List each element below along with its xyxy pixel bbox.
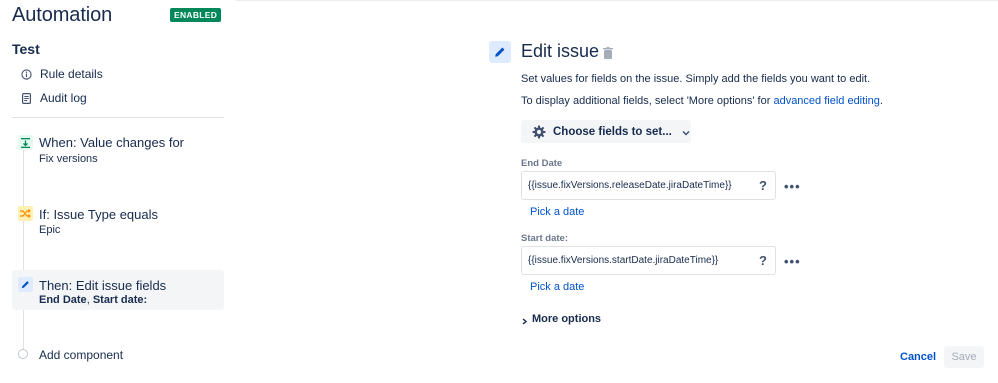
step-subtitle: Fix versions bbox=[39, 153, 98, 165]
choose-fields-button[interactable]: Choose fields to set... bbox=[521, 120, 691, 143]
add-component-dot bbox=[18, 349, 28, 359]
trigger-icon bbox=[18, 135, 33, 150]
step-subtitle: Epic bbox=[39, 224, 61, 236]
step-title: When: Value changes for bbox=[39, 135, 185, 150]
audit-log-label: Audit log bbox=[40, 91, 87, 105]
start-date-field[interactable]: {{issue.fixVersions.startDate.jiraDateTi… bbox=[521, 246, 776, 275]
pencil-icon bbox=[18, 277, 33, 292]
audit-log-link[interactable]: Audit log bbox=[20, 89, 87, 107]
sidebar-divider bbox=[12, 117, 224, 118]
end-date-value: {{issue.fixVersions.releaseDate.jiraDate… bbox=[528, 180, 732, 191]
end-date-field[interactable]: {{issue.fixVersions.releaseDate.jiraDate… bbox=[521, 171, 776, 200]
step-condition[interactable]: If: Issue Type equals Epic bbox=[12, 199, 224, 241]
page-title: Automation bbox=[12, 4, 113, 26]
editor-description-suffix: . bbox=[879, 95, 883, 107]
step-title: If: Issue Type equals bbox=[39, 207, 158, 222]
pick-date-link[interactable]: Pick a date bbox=[530, 206, 584, 218]
chevron-down-icon bbox=[682, 128, 690, 136]
editor-description-text: To display additional fields, select 'Mo… bbox=[521, 95, 774, 107]
trash-icon[interactable] bbox=[603, 47, 613, 59]
more-actions-icon[interactable]: ••• bbox=[784, 255, 801, 268]
chevron-right-icon bbox=[521, 316, 528, 325]
start-date-label: Start date: bbox=[521, 233, 568, 244]
rule-name: Test bbox=[12, 41, 40, 57]
editor-title: Edit issue bbox=[521, 41, 600, 61]
end-date-label: End Date bbox=[521, 158, 563, 169]
top-divider bbox=[236, 0, 998, 1]
pick-date-link[interactable]: Pick a date bbox=[530, 281, 584, 293]
step-action[interactable]: Then: Edit issue fields End Date, Start … bbox=[12, 270, 224, 310]
add-component-button[interactable]: Add component bbox=[39, 348, 123, 362]
status-badge: ENABLED bbox=[170, 8, 222, 22]
gear-icon bbox=[532, 125, 546, 139]
cancel-button[interactable]: Cancel bbox=[900, 351, 936, 363]
info-icon bbox=[20, 68, 32, 80]
help-icon[interactable]: ? bbox=[759, 253, 767, 268]
step-trigger[interactable]: When: Value changes for Fix versions bbox=[12, 128, 224, 170]
step-subtitle-part: Start date: bbox=[92, 294, 148, 306]
timeline-line bbox=[23, 145, 24, 355]
step-title: Then: Edit issue fields bbox=[39, 278, 167, 293]
document-icon bbox=[20, 92, 32, 104]
rule-details-label: Rule details bbox=[40, 67, 103, 81]
edit-issue-icon bbox=[489, 41, 511, 63]
editor-description-advanced: To display additional fields, select 'Mo… bbox=[521, 95, 883, 107]
save-button[interactable]: Save bbox=[944, 346, 984, 368]
rule-details-link[interactable]: Rule details bbox=[20, 65, 103, 83]
more-actions-icon[interactable]: ••• bbox=[784, 180, 801, 193]
editor-description: Set values for fields on the issue. Simp… bbox=[521, 73, 871, 85]
choose-fields-label: Choose fields to set... bbox=[553, 125, 672, 138]
advanced-field-editing-link[interactable]: advanced field editing bbox=[773, 95, 879, 107]
shuffle-icon bbox=[18, 206, 33, 221]
step-subtitle: End Date, Start date: bbox=[39, 294, 147, 306]
more-options-toggle[interactable]: More options bbox=[521, 313, 601, 325]
more-options-label: More options bbox=[532, 313, 602, 325]
help-icon[interactable]: ? bbox=[759, 178, 767, 193]
step-subtitle-part: End Date bbox=[39, 294, 87, 306]
start-date-value: {{issue.fixVersions.startDate.jiraDateTi… bbox=[528, 255, 719, 266]
